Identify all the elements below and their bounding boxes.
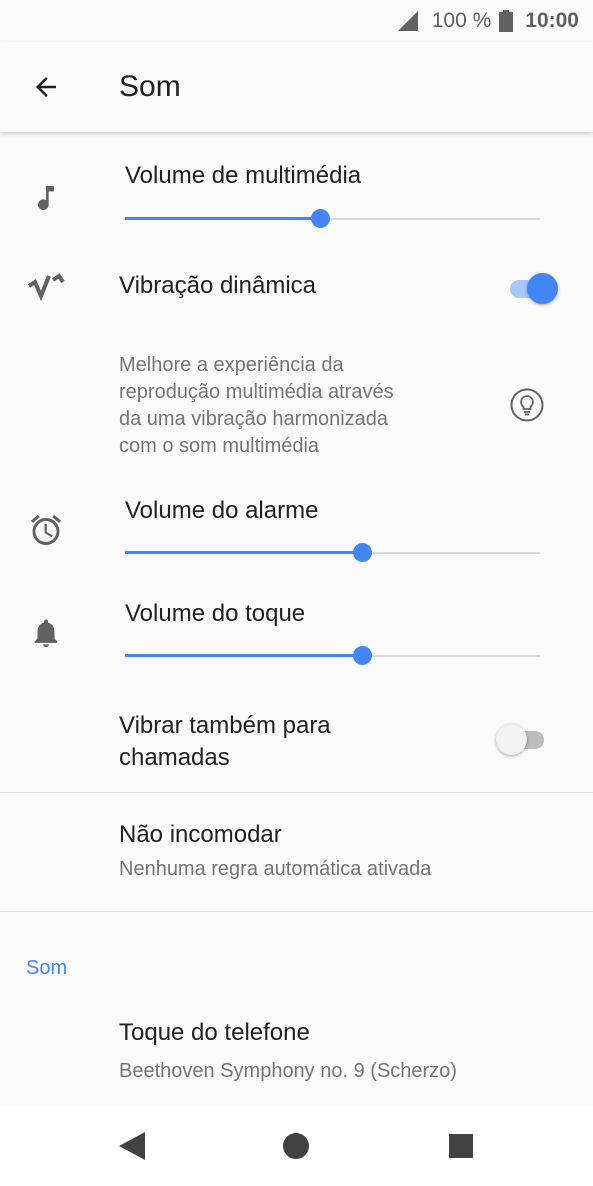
music-note-icon [24, 176, 68, 220]
dynamic-vibration-switch[interactable] [506, 271, 558, 305]
bell-icon [24, 611, 68, 655]
description-line: da uma vibração harmonizada [119, 408, 389, 430]
battery-percent: 100 % [431, 9, 492, 32]
label-line: chamadas [119, 744, 230, 771]
slider-thumb[interactable] [352, 646, 372, 665]
alarm-volume-label: Volume do alarme [125, 497, 319, 524]
home-circle-icon [283, 1133, 309, 1159]
status-bar: 100 % 10:00 [0, 0, 593, 42]
recents-square-icon [449, 1134, 473, 1158]
media-volume-slider[interactable] [125, 207, 540, 231]
vibrate-calls-switch[interactable] [496, 722, 548, 756]
navigation-bar [0, 1106, 593, 1186]
media-volume-label: Volume de multimédia [125, 162, 362, 189]
slider-thumb[interactable] [311, 209, 331, 228]
alarm-volume-slider[interactable] [125, 541, 540, 565]
do-not-disturb-summary: Nenhuma regra automática ativada [119, 858, 432, 880]
ringtone-summary: Beethoven Symphony no. 9 (Scherzo) [119, 1060, 457, 1082]
divider [0, 911, 593, 912]
switch-knob [496, 724, 527, 755]
description-line: reprodução multimédia através [119, 381, 394, 403]
do-not-disturb-title: Não incomodar [119, 821, 282, 848]
clock: 10:00 [525, 9, 579, 32]
lightbulb-icon[interactable] [509, 387, 545, 423]
ring-volume-slider[interactable] [125, 644, 540, 668]
description-line: Melhore a experiência da [119, 354, 344, 376]
ring-volume-label: Volume do toque [125, 600, 306, 627]
page-title: Som [119, 70, 181, 103]
ringtone-title: Toque do telefone [119, 1019, 310, 1046]
nav-home-button[interactable] [266, 1116, 326, 1176]
back-triangle-icon [119, 1132, 145, 1160]
app-bar: Som [0, 42, 593, 132]
back-button[interactable] [16, 57, 76, 117]
ringtone-item[interactable]: Toque do telefone Beethoven Symphony no.… [0, 995, 593, 1105]
nav-back-button[interactable] [102, 1116, 162, 1176]
dynamic-vibration-label: Vibração dinâmica [119, 272, 317, 299]
signal-icon [397, 11, 418, 31]
dynamic-vibration-icon [24, 265, 68, 309]
description-line: com o som multimédia [119, 435, 320, 457]
alarm-clock-icon [24, 508, 68, 552]
switch-knob [527, 273, 558, 304]
slider-fill [125, 217, 321, 220]
battery-icon [499, 10, 514, 32]
vibrate-calls-label: Vibrar também para chamadas [119, 710, 331, 774]
nav-recents-button[interactable] [431, 1116, 491, 1176]
slider-fill [125, 551, 362, 554]
section-header-sound: Som [26, 957, 68, 979]
slider-fill [125, 654, 362, 657]
slider-thumb[interactable] [352, 543, 372, 562]
arrow-back-icon [36, 77, 56, 97]
label-line: Vibrar também para [119, 712, 331, 739]
do-not-disturb-item[interactable]: Não incomodar Nenhuma regra automática a… [0, 793, 593, 911]
dynamic-vibration-description: Melhore a experiência da reprodução mult… [119, 352, 394, 460]
